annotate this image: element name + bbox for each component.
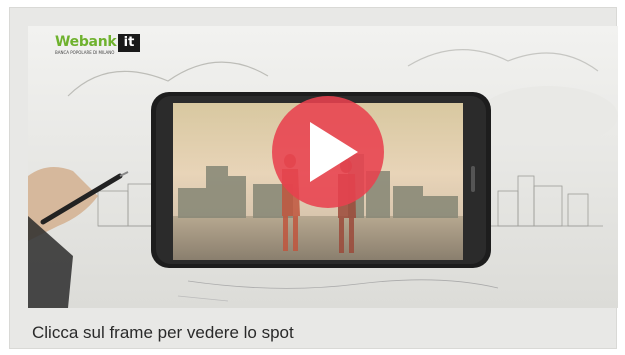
video-frame-illustration (28, 26, 618, 308)
video-caption: Clicca sul frame per vedere lo spot (32, 323, 294, 342)
video-thumbnail[interactable]: Webank it BANCA POPOLARE DI MILANO (28, 26, 618, 308)
logo-suffix: it (118, 34, 140, 52)
play-button[interactable] (272, 96, 384, 208)
logo-tagline: BANCA POPOLARE DI MILANO (55, 50, 115, 55)
logo-word: Webank (55, 34, 117, 50)
webank-logo: Webank it BANCA POPOLARE DI MILANO (55, 34, 141, 56)
video-card: Webank it BANCA POPOLARE DI MILANO Clicc… (9, 7, 618, 349)
